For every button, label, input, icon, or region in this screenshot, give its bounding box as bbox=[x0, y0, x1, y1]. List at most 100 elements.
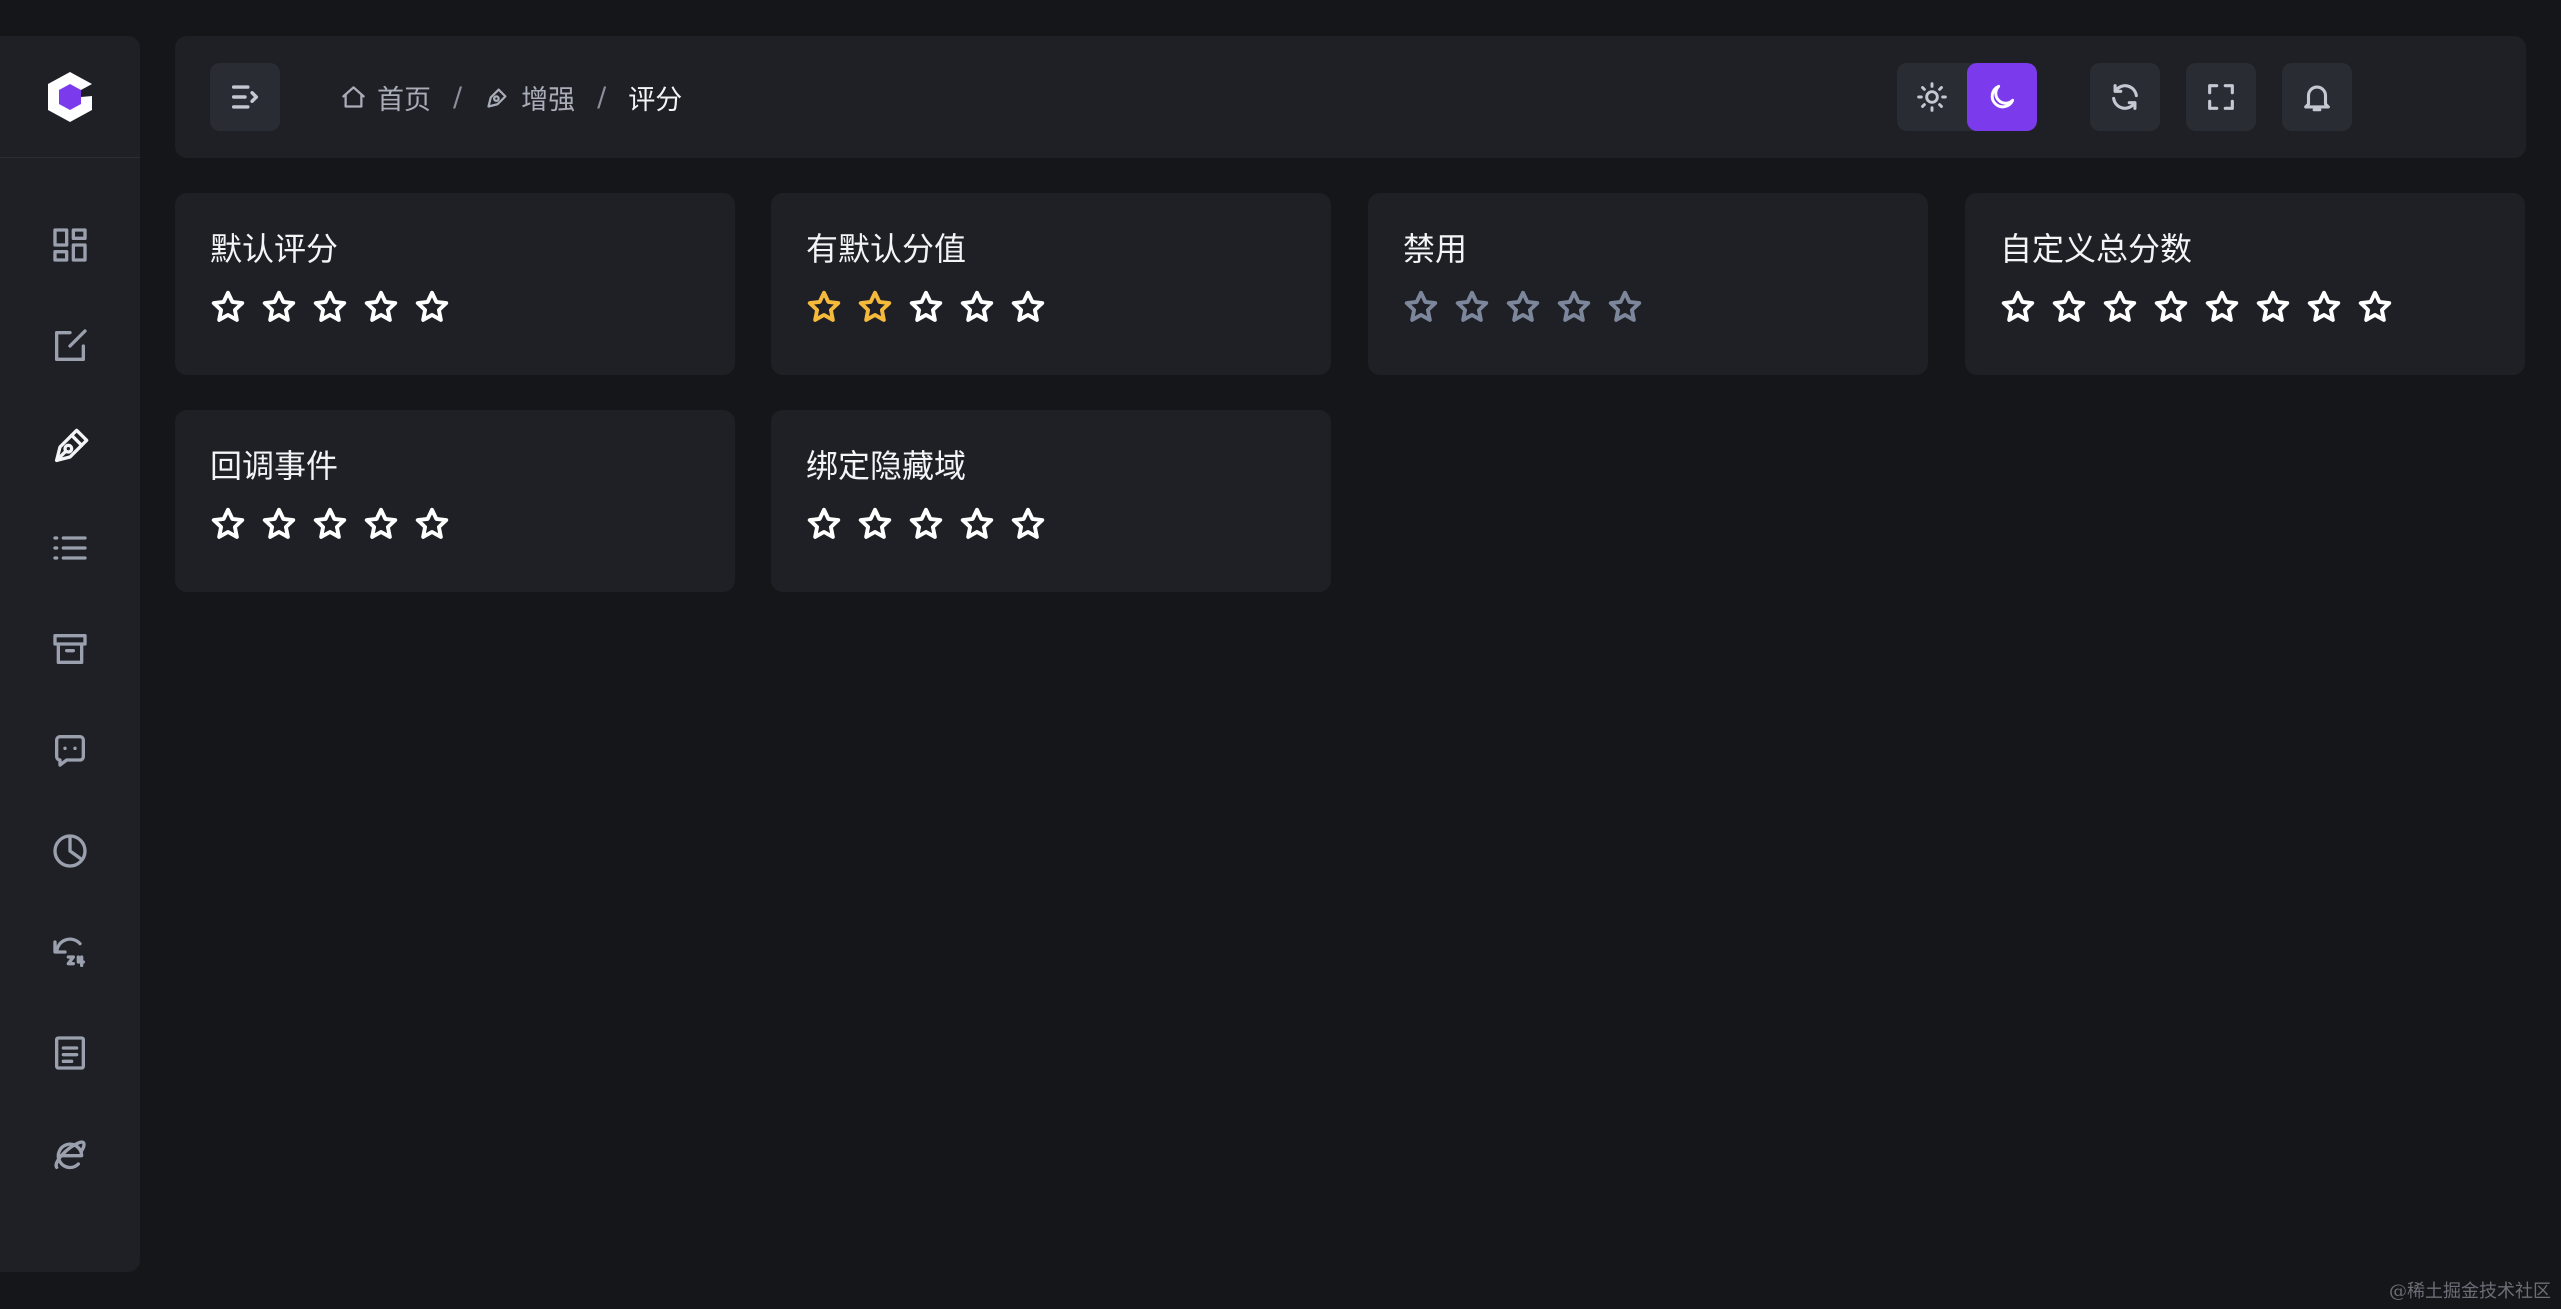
star-icon[interactable] bbox=[959, 289, 995, 325]
rating-stars bbox=[806, 506, 1331, 542]
rating-card: 默认评分 bbox=[175, 193, 735, 375]
moon-icon bbox=[1990, 84, 2015, 109]
breadcrumb-separator: / bbox=[453, 81, 463, 113]
sidebar-item-history[interactable] bbox=[0, 901, 140, 1002]
dark-mode-button[interactable] bbox=[1967, 63, 2037, 131]
sidebar bbox=[0, 36, 140, 1272]
rating-card: 禁用 bbox=[1368, 193, 1928, 375]
top-header: 首页 / 增强 / 评分 bbox=[175, 36, 2526, 158]
star-icon bbox=[1404, 290, 1438, 322]
rating-stars bbox=[210, 506, 735, 542]
star-icon[interactable] bbox=[363, 506, 399, 542]
breadcrumb-current: 评分 bbox=[628, 84, 683, 116]
star-icon[interactable] bbox=[806, 289, 842, 325]
archive-icon bbox=[53, 633, 87, 664]
pen-icon bbox=[487, 88, 507, 108]
sidebar-menu bbox=[0, 158, 140, 1204]
theme-toggle bbox=[1897, 63, 2037, 131]
sidebar-item-document[interactable] bbox=[0, 1002, 140, 1103]
card-title: 默认评分 bbox=[210, 230, 339, 268]
sidebar-item-list[interactable] bbox=[0, 497, 140, 598]
sidebar-item-edit[interactable] bbox=[0, 295, 140, 396]
sidebar-item-chat[interactable] bbox=[0, 699, 140, 800]
sidebar-item-enhance[interactable] bbox=[0, 396, 140, 497]
star-icon[interactable] bbox=[414, 506, 450, 542]
breadcrumb-home-label: 首页 bbox=[377, 84, 431, 116]
collapse-sidebar-button[interactable] bbox=[210, 63, 280, 131]
bell-icon bbox=[2304, 85, 2330, 112]
rating-card: 回调事件 bbox=[175, 410, 735, 592]
card-title: 有默认分值 bbox=[806, 230, 967, 268]
edit-icon bbox=[55, 328, 87, 361]
sidebar-item-browser[interactable] bbox=[0, 1103, 140, 1204]
star-icon[interactable] bbox=[2000, 289, 2036, 325]
star-icon[interactable] bbox=[2051, 289, 2087, 325]
breadcrumb-section-label: 增强 bbox=[521, 84, 576, 116]
rating-card: 自定义总分数 bbox=[1965, 193, 2525, 375]
rating-card: 有默认分值 bbox=[771, 193, 1331, 375]
list-icon bbox=[53, 535, 87, 560]
card-title: 自定义总分数 bbox=[2000, 230, 2193, 268]
rating-stars bbox=[1403, 289, 1928, 325]
star-icon[interactable] bbox=[1010, 506, 1046, 542]
light-mode-button[interactable] bbox=[1897, 63, 1967, 131]
star-icon[interactable] bbox=[261, 506, 297, 542]
refresh-icon bbox=[2112, 84, 2138, 110]
star-icon[interactable] bbox=[2204, 289, 2240, 325]
star-icon bbox=[1608, 290, 1642, 322]
rating-stars bbox=[210, 289, 735, 325]
sidebar-item-dashboard[interactable] bbox=[0, 194, 140, 295]
watermark: @稀土掘金技术社区 bbox=[2389, 1281, 2551, 1302]
breadcrumb: 首页 / 增强 / 评分 bbox=[340, 36, 682, 158]
history-24-icon bbox=[53, 936, 86, 967]
star-icon[interactable] bbox=[414, 289, 450, 325]
star-icon bbox=[1455, 290, 1489, 322]
home-icon bbox=[342, 85, 365, 108]
rating-stars bbox=[2000, 289, 2525, 325]
star-icon[interactable] bbox=[2153, 289, 2189, 325]
breadcrumb-home[interactable]: 首页 bbox=[340, 78, 431, 117]
app-logo[interactable] bbox=[0, 36, 140, 158]
star-icon[interactable] bbox=[2306, 289, 2342, 325]
pen-icon bbox=[55, 428, 89, 462]
sun-icon bbox=[1917, 82, 1947, 112]
star-icon[interactable] bbox=[857, 506, 893, 542]
star-icon[interactable] bbox=[908, 289, 944, 325]
star-icon[interactable] bbox=[959, 506, 995, 542]
breadcrumb-separator: / bbox=[597, 81, 607, 113]
star-icon[interactable] bbox=[1010, 289, 1046, 325]
chat-icon bbox=[55, 734, 86, 767]
star-icon[interactable] bbox=[2357, 289, 2393, 325]
star-icon[interactable] bbox=[2255, 289, 2291, 325]
star-icon[interactable] bbox=[908, 506, 944, 542]
document-icon bbox=[55, 1035, 85, 1070]
dashboard-icon bbox=[53, 227, 87, 262]
star-icon[interactable] bbox=[363, 289, 399, 325]
star-icon[interactable] bbox=[806, 506, 842, 542]
star-icon[interactable] bbox=[210, 506, 246, 542]
star-icon[interactable] bbox=[2102, 289, 2138, 325]
star-icon[interactable] bbox=[312, 289, 348, 325]
star-icon[interactable] bbox=[261, 289, 297, 325]
fullscreen-button[interactable] bbox=[2186, 63, 2256, 131]
star-icon[interactable] bbox=[857, 289, 893, 325]
menu-fold-icon bbox=[231, 85, 259, 109]
rating-card: 绑定隐藏域 bbox=[771, 410, 1331, 592]
refresh-button[interactable] bbox=[2090, 63, 2160, 131]
sidebar-item-archive[interactable] bbox=[0, 598, 140, 699]
ie-browser-icon bbox=[54, 1139, 86, 1169]
notifications-button[interactable] bbox=[2282, 63, 2352, 131]
fullscreen-icon bbox=[2208, 84, 2234, 110]
card-title: 禁用 bbox=[1403, 230, 1468, 268]
sidebar-item-chart[interactable] bbox=[0, 800, 140, 901]
card-title: 回调事件 bbox=[210, 447, 339, 485]
app-logo-icon bbox=[48, 71, 92, 122]
pie-chart-icon bbox=[53, 833, 87, 868]
card-title: 绑定隐藏域 bbox=[806, 447, 967, 485]
star-icon[interactable] bbox=[210, 289, 246, 325]
breadcrumb-section[interactable]: 增强 bbox=[484, 78, 575, 117]
star-icon bbox=[1557, 290, 1591, 322]
star-icon bbox=[1506, 290, 1540, 322]
rating-stars bbox=[806, 289, 1331, 325]
star-icon[interactable] bbox=[312, 506, 348, 542]
